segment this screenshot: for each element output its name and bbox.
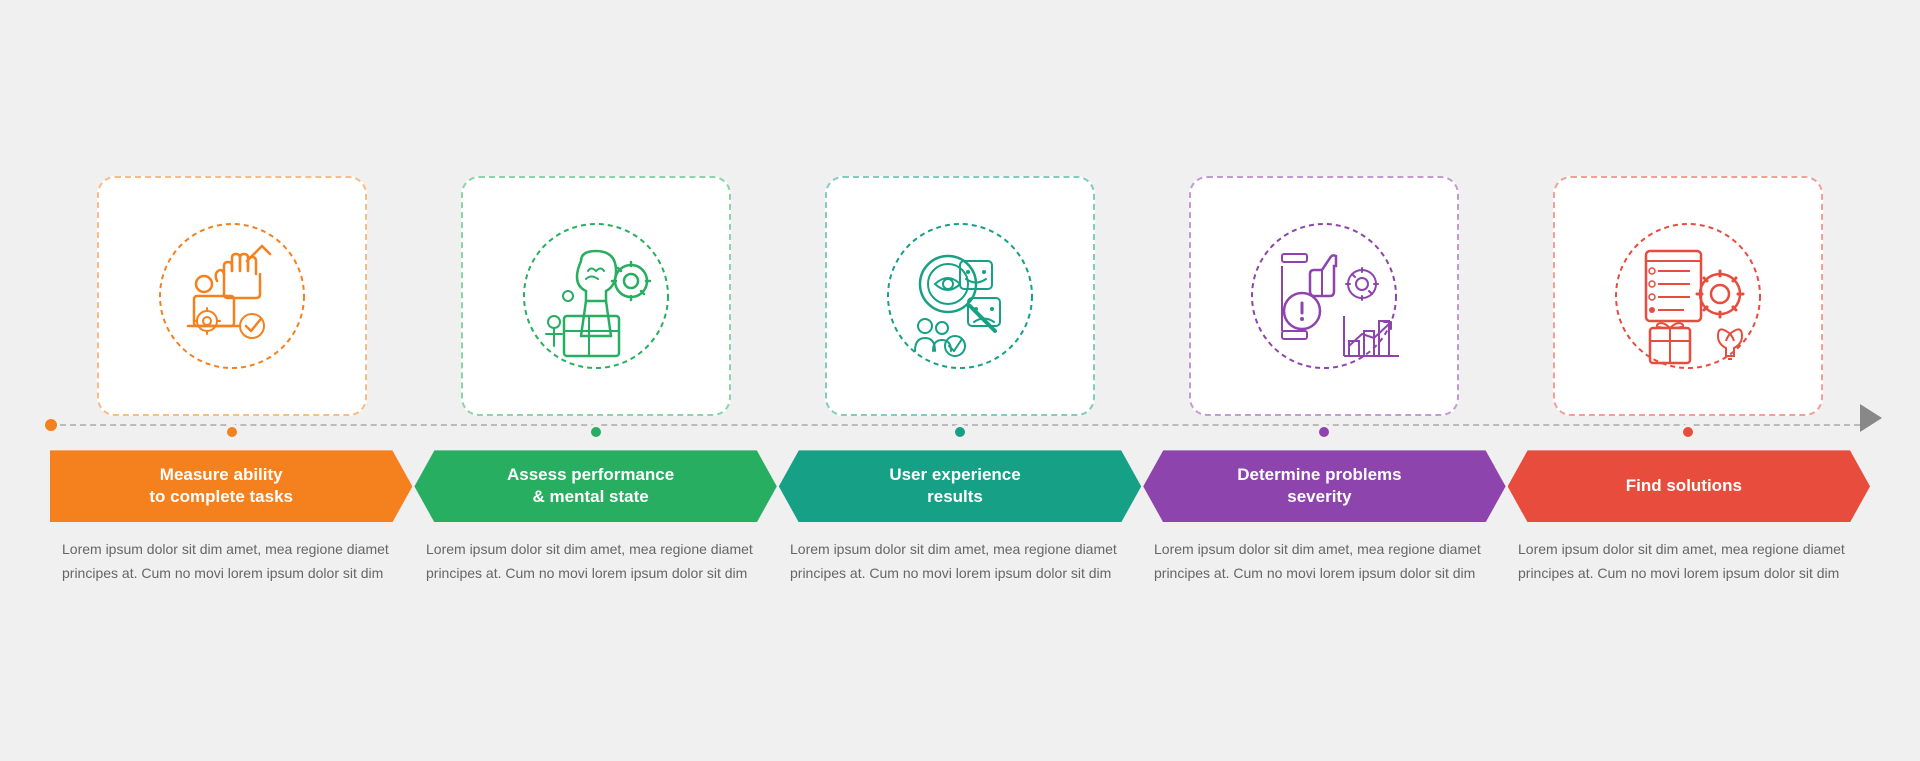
icon-card-5 (1553, 176, 1823, 416)
desc-2: Lorem ipsum dolor sit dim amet, mea regi… (414, 538, 778, 584)
arrow-label-2: Assess performance& mental state (487, 464, 704, 508)
icon-card-3 (825, 176, 1095, 416)
arrow-label-3: User experienceresults (869, 464, 1050, 508)
descriptions-row: Lorem ipsum dolor sit dim amet, mea regi… (0, 522, 1920, 614)
arrow-1: Measure abilityto complete tasks (50, 450, 412, 522)
arrow-2: Assess performance& mental state (414, 450, 776, 522)
icon-card-1 (97, 176, 367, 416)
arrow-label-1: Measure abilityto complete tasks (139, 464, 323, 508)
problems-icon (1244, 216, 1404, 376)
task-icon (152, 216, 312, 376)
mental-icon (516, 216, 676, 376)
ux-icon (880, 216, 1040, 376)
dot-1 (224, 424, 240, 440)
infographic: Measure abilityto complete tasks Assess … (0, 146, 1920, 614)
arrow-label-4: Determine problemsseverity (1217, 464, 1431, 508)
arrow-3: User experienceresults (779, 450, 1141, 522)
dot-5 (1680, 424, 1696, 440)
arrow-4: Determine problemsseverity (1143, 450, 1505, 522)
arrow-label-5: Find solutions (1606, 475, 1772, 497)
desc-1: Lorem ipsum dolor sit dim amet, mea regi… (50, 538, 414, 584)
dot-4 (1316, 424, 1332, 440)
dot-3 (952, 424, 968, 440)
desc-5: Lorem ipsum dolor sit dim amet, mea regi… (1506, 538, 1870, 584)
solutions-icon (1608, 216, 1768, 376)
icon-card-2 (461, 176, 731, 416)
desc-3: Lorem ipsum dolor sit dim amet, mea regi… (778, 538, 1142, 584)
arrow-5: Find solutions (1508, 450, 1870, 522)
icon-card-4 (1189, 176, 1459, 416)
desc-4: Lorem ipsum dolor sit dim amet, mea regi… (1142, 538, 1506, 584)
dot-2 (588, 424, 604, 440)
